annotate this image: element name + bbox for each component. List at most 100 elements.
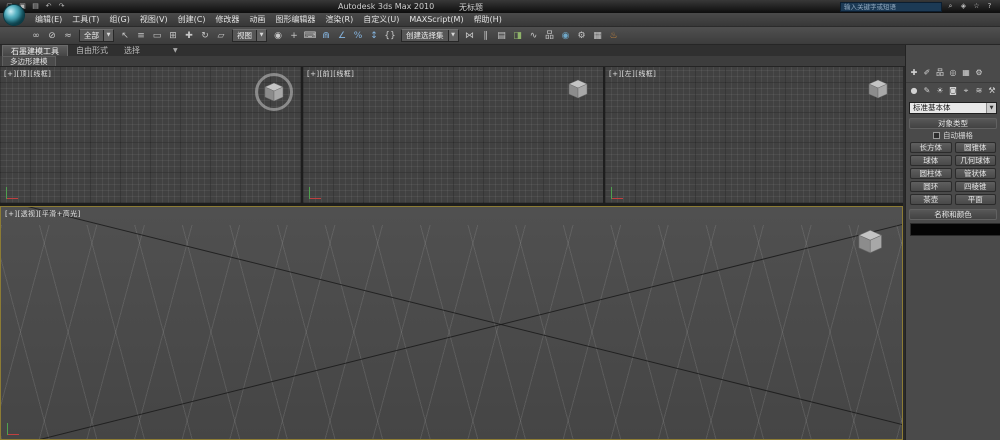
unlink-selection-icon[interactable]: ⊘ — [44, 28, 60, 44]
create-tab-icon[interactable]: ✚ — [908, 67, 920, 79]
use-pivot-point-center-icon[interactable]: ◉ — [270, 28, 286, 44]
bind-to-space-warp-icon[interactable]: ≈ — [60, 28, 76, 44]
keyboard-override-icon[interactable]: ⌨ — [302, 28, 318, 44]
subcategory-dropdown[interactable]: 标准基本体 ▼ — [909, 102, 997, 114]
select-and-move-icon[interactable]: ✚ — [181, 28, 197, 44]
spinner-snap-icon[interactable]: ↕ — [366, 28, 382, 44]
axis-tripod — [309, 185, 323, 199]
systems-category-icon[interactable]: ⚒ — [986, 85, 998, 97]
rollout-object-type[interactable]: 对象类型 — [909, 118, 997, 129]
menu-item[interactable]: 组(G) — [104, 13, 134, 27]
material-editor-icon[interactable]: ◉ — [558, 28, 574, 44]
percent-snap-icon[interactable]: % — [350, 28, 366, 44]
ribbon-minimize-icon[interactable]: ▼ — [168, 45, 183, 56]
display-tab-icon[interactable]: ▦ — [960, 67, 972, 79]
menu-item[interactable]: 视图(V) — [135, 13, 173, 27]
align-icon[interactable]: ∥ — [478, 28, 494, 44]
schematic-view-icon[interactable]: 品 — [542, 28, 558, 44]
object-type-button[interactable]: 茶壶 — [910, 194, 952, 205]
viewport-left-label[interactable]: [+][左][线框] — [609, 69, 656, 79]
quick-render-icon[interactable]: ♨ — [606, 28, 622, 44]
infocenter-icons: ⌕ ◈ ☆? — [945, 1, 995, 12]
menu-item[interactable]: 修改器 — [210, 13, 244, 27]
select-and-rotate-icon[interactable]: ↻ — [197, 28, 213, 44]
select-and-link-icon[interactable]: ∞ — [28, 28, 44, 44]
menu-item[interactable]: 工具(T) — [67, 13, 104, 27]
help-icon[interactable]: ? — [984, 1, 995, 12]
window-crossing-icon[interactable]: ⊞ — [165, 28, 181, 44]
object-type-button[interactable]: 球体 — [910, 155, 952, 166]
object-type-button[interactable]: 四棱锥 — [954, 181, 996, 192]
menu-item[interactable]: 自定义(U) — [358, 13, 404, 27]
tab-freeform[interactable]: 自由形式 — [68, 45, 116, 56]
shapes-category-icon[interactable]: ✎ — [921, 85, 933, 97]
viewcube-icon[interactable] — [867, 79, 889, 99]
autogrid-checkbox[interactable] — [933, 132, 940, 139]
menu-item[interactable]: MAXScript(M) — [404, 13, 468, 27]
lights-category-icon[interactable]: ☀ — [934, 85, 946, 97]
geometry-category-icon[interactable]: ● — [908, 85, 920, 97]
layer-manager-icon[interactable]: ▤ — [494, 28, 510, 44]
named-selection-set-dropdown[interactable]: 创建选择集 ▼ — [401, 29, 459, 42]
select-and-scale-icon[interactable]: ▱ — [213, 28, 229, 44]
viewport-front[interactable]: [+][前][线框] — [303, 67, 603, 203]
reference-coordinate-dropdown[interactable]: 视图 ▼ — [232, 29, 267, 42]
favorites-star-icon[interactable]: ☆ — [971, 1, 982, 12]
object-type-button[interactable]: 圆环 — [910, 181, 952, 192]
viewcube-compass-ring[interactable] — [255, 73, 293, 111]
tab-selection[interactable]: 选择 — [116, 45, 148, 56]
angle-snap-icon[interactable]: ∠ — [334, 28, 350, 44]
viewport-perspective[interactable]: [+][透视][平滑+高光] — [0, 206, 903, 440]
render-setup-icon[interactable]: ⚙ — [574, 28, 590, 44]
viewport-front-label[interactable]: [+][前][线框] — [307, 69, 354, 79]
menu-item[interactable]: 动画 — [244, 13, 270, 27]
motion-tab-icon[interactable]: ◎ — [947, 67, 959, 79]
tab-graphite-modeling-tools[interactable]: 石墨建模工具 — [2, 45, 68, 56]
undo-icon[interactable]: ↶ — [43, 1, 54, 12]
menu-item[interactable]: 帮助(H) — [469, 13, 507, 27]
object-name-field[interactable] — [910, 223, 1000, 236]
object-type-button[interactable]: 圆柱体 — [910, 168, 952, 179]
mirror-icon[interactable]: ⋈ — [462, 28, 478, 44]
infocenter-search-input[interactable] — [840, 1, 942, 12]
object-type-button[interactable]: 平面 — [954, 194, 996, 205]
object-type-button[interactable]: 圆锥体 — [954, 142, 996, 153]
selection-filter-dropdown[interactable]: 全部 ▼ — [79, 29, 114, 42]
rollout-name-and-color[interactable]: 名称和颜色 — [909, 209, 997, 220]
save-file-icon[interactable]: ▤ — [30, 1, 41, 12]
application-menu-button[interactable] — [3, 4, 25, 26]
select-object-icon[interactable]: ↖ — [117, 28, 133, 44]
menu-item[interactable]: 渲染(R) — [320, 13, 358, 27]
hierarchy-tab-icon[interactable]: 品 — [934, 67, 946, 79]
viewcube-icon[interactable] — [567, 79, 589, 99]
rectangular-selection-region-icon[interactable]: ▭ — [149, 28, 165, 44]
menu-item[interactable]: 图形编辑器 — [270, 13, 320, 27]
select-by-name-icon[interactable]: ≡ — [133, 28, 149, 44]
utilities-tab-icon[interactable]: ⚙ — [973, 67, 985, 79]
viewcube-icon[interactable] — [857, 229, 885, 254]
rendered-frame-window-icon[interactable]: ▦ — [590, 28, 606, 44]
object-type-button[interactable]: 几何球体 — [954, 155, 996, 166]
edit-named-selection-sets-icon[interactable]: {} — [382, 28, 398, 44]
snap-toggle-3d-icon[interactable]: ⋒ — [318, 28, 334, 44]
space-warps-category-icon[interactable]: ≋ — [973, 85, 985, 97]
cameras-category-icon[interactable]: ◙ — [947, 85, 959, 97]
viewcube-icon[interactable] — [263, 82, 285, 102]
viewport-perspective-label[interactable]: [+][透视][平滑+高光] — [5, 209, 81, 219]
helpers-category-icon[interactable]: ⌖ — [960, 85, 972, 97]
search-icon[interactable]: ⌕ — [945, 1, 956, 12]
viewport-left[interactable]: [+][左][线框] — [605, 67, 903, 203]
redo-icon[interactable]: ↷ — [56, 1, 67, 12]
menu-item[interactable]: 创建(C) — [173, 13, 211, 27]
select-and-manipulate-icon[interactable]: + — [286, 28, 302, 44]
viewport-top[interactable]: [+][顶][线框] — [0, 67, 301, 203]
panel-tab-polygon-modeling[interactable]: 多边形建模 — [2, 56, 56, 66]
menu-item[interactable]: 编辑(E) — [30, 13, 67, 27]
curve-editor-icon[interactable]: ∿ — [526, 28, 542, 44]
object-type-button[interactable]: 长方体 — [910, 142, 952, 153]
graphite-ribbon-toggle-icon[interactable]: ◨ — [510, 28, 526, 44]
object-type-button[interactable]: 管状体 — [954, 168, 996, 179]
viewport-top-label[interactable]: [+][顶][线框] — [4, 69, 51, 79]
communication-center-icon[interactable]: ◈ — [958, 1, 969, 12]
modify-tab-icon[interactable]: ✐ — [921, 67, 933, 79]
